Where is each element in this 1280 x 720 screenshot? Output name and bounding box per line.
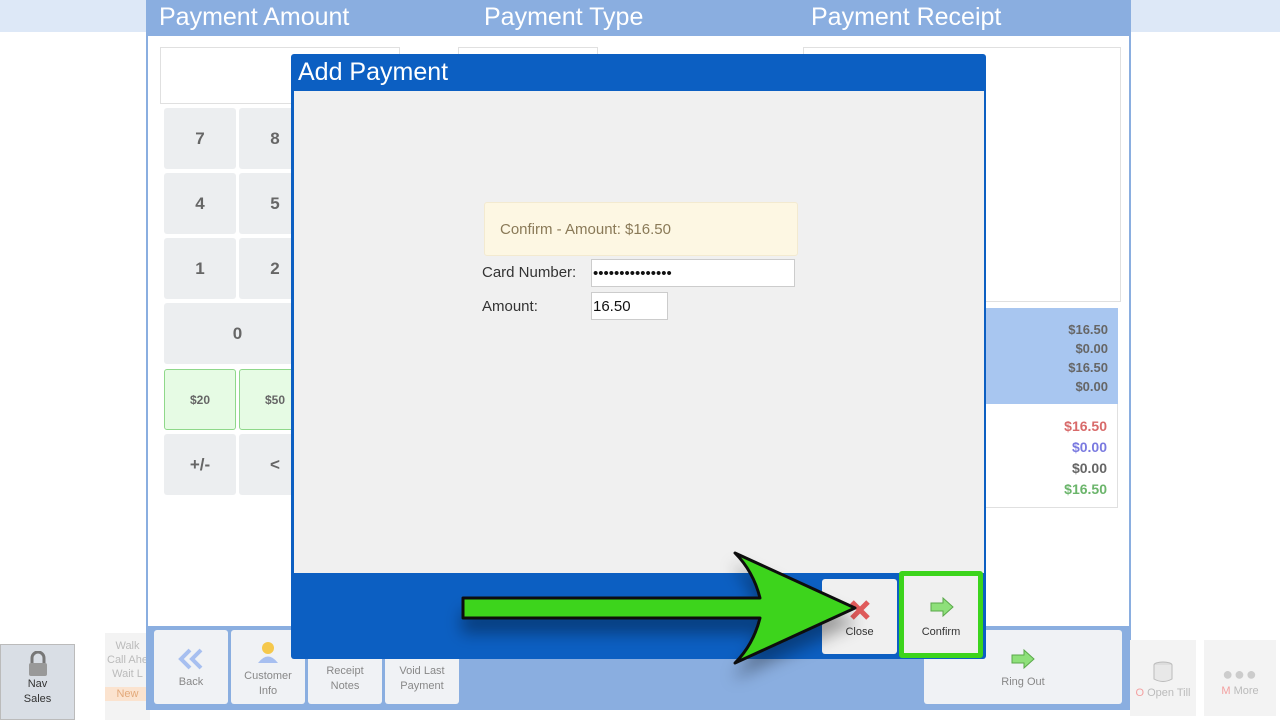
call-ahead-label: Call Ahe: [107, 654, 148, 666]
arrow-right-icon: [1011, 648, 1035, 670]
payment-type-heading: Payment Type: [484, 3, 644, 31]
nav-label: Nav: [27, 678, 48, 690]
more-button[interactable]: ●●● M More: [1204, 640, 1276, 716]
key-7[interactable]: 7: [164, 108, 236, 169]
dialog-body: Confirm - Amount: $16.50 Card Number: Am…: [294, 91, 984, 573]
void-last-label-1: Void Last: [399, 665, 445, 677]
open-till-button[interactable]: O Open Till: [1130, 640, 1196, 716]
receipt-notes-label-1: Receipt: [326, 665, 364, 677]
customer-info-label-2: Info: [258, 685, 278, 697]
card-number-input[interactable]: [591, 259, 795, 287]
ring-out-label: Ring Out: [1001, 676, 1045, 688]
dialog-title: Add Payment: [298, 58, 449, 86]
payment-header: Payment Amount Payment Type Payment Rece…: [148, 0, 1129, 36]
walk-label: Walk: [115, 640, 140, 652]
wait-label: Wait L: [112, 668, 143, 680]
confirm-label: Confirm: [921, 626, 961, 638]
sales-label: Sales: [23, 693, 52, 705]
arrow-right-icon: [930, 596, 954, 618]
key-plus-minus[interactable]: +/-: [164, 434, 236, 495]
payment-amount-heading: Payment Amount: [159, 3, 350, 31]
payment-receipt-heading: Payment Receipt: [811, 3, 1002, 31]
key-1[interactable]: 1: [164, 238, 236, 299]
lock-icon: [29, 651, 47, 676]
void-last-label-2: Payment: [400, 680, 444, 692]
key-0[interactable]: 0: [164, 303, 311, 364]
nav-sales-button[interactable]: Nav Sales: [0, 644, 75, 720]
back-button[interactable]: Back: [154, 630, 228, 704]
more-dots-icon: ●●●: [1222, 664, 1258, 684]
key-4[interactable]: 4: [164, 173, 236, 234]
key-20-dollars[interactable]: $20: [164, 369, 236, 430]
back-label: Back: [178, 676, 204, 688]
open-till-prefix: O: [1135, 687, 1145, 699]
customer-info-label-1: Customer: [244, 670, 292, 682]
database-icon: [1153, 661, 1173, 682]
new-label: New: [105, 687, 150, 701]
queue-panel: Walk Call Ahe Wait L New: [105, 633, 150, 720]
open-till-label: Open Till: [1147, 687, 1191, 699]
highlight-arrow-icon: [461, 551, 857, 665]
amount-input[interactable]: [591, 292, 668, 320]
confirm-amount-message: Confirm - Amount: $16.50: [484, 202, 798, 256]
card-number-label: Card Number:: [482, 264, 577, 281]
receipt-notes-label-2: Notes: [330, 680, 360, 692]
user-icon: [258, 642, 278, 663]
confirm-button[interactable]: Confirm: [899, 571, 983, 658]
more-label: More: [1233, 685, 1259, 697]
amount-label: Amount:: [482, 298, 538, 315]
double-chevron-left-icon: [178, 648, 203, 670]
more-prefix: M: [1221, 685, 1231, 697]
